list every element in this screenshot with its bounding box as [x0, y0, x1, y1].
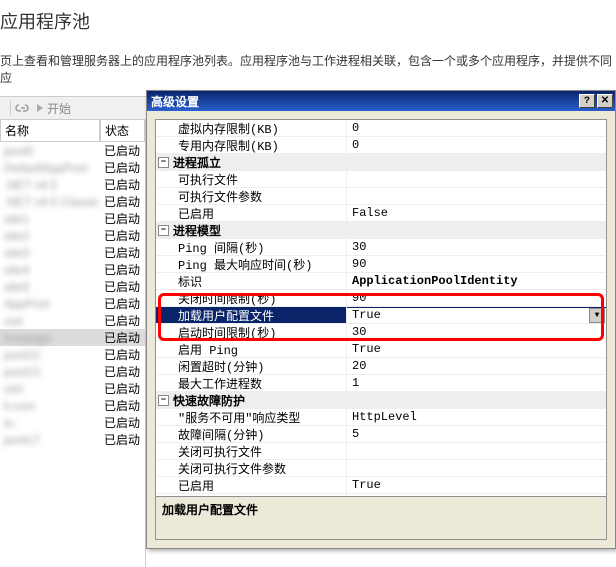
item-status: 已启动: [100, 380, 145, 397]
list-item[interactable]: pool17已启动: [0, 431, 145, 448]
item-name: vue: [0, 314, 100, 328]
item-status: 已启动: [100, 142, 145, 159]
item-status: 已启动: [100, 329, 145, 346]
item-name: AppPool: [0, 297, 100, 311]
item-name: pool17: [0, 433, 100, 447]
prop-idle-timeout[interactable]: 闲置超时(分钟)20: [156, 358, 606, 375]
item-status: 已启动: [100, 244, 145, 261]
prop-unavailable-response[interactable]: "服务不可用"响应类型HttpLevel: [156, 409, 606, 426]
prop-private-memory-limit[interactable]: 专用内存限制(KB)0: [156, 137, 606, 154]
item-status: 已启动: [100, 312, 145, 329]
item-status: 已启动: [100, 176, 145, 193]
item-name: pool12: [0, 348, 100, 362]
prop-load-user-profile[interactable]: 加载用户配置文件True▼: [156, 307, 606, 324]
item-name: site3: [0, 246, 100, 260]
item-status: 已启动: [100, 295, 145, 312]
prop-shutdown-executable[interactable]: 关闭可执行文件: [156, 443, 606, 460]
prop-rapid-fail-enabled[interactable]: 已启用True: [156, 477, 606, 494]
category-process-model[interactable]: −进程模型: [156, 222, 606, 239]
item-status: 已启动: [100, 431, 145, 448]
close-button[interactable]: ✕: [597, 94, 613, 108]
list-item[interactable]: site5已启动: [0, 278, 145, 295]
item-status: 已启动: [100, 261, 145, 278]
item-status: 已启动: [100, 193, 145, 210]
item-name: pool0: [0, 144, 100, 158]
item-status: 已启动: [100, 397, 145, 414]
list-item[interactable]: site2已启动: [0, 227, 145, 244]
advanced-settings-dialog: 高级设置 ? ✕ 虚拟内存限制(KB)0 专用内存限制(KB)0 −进程孤立 可…: [146, 90, 616, 549]
play-icon: [35, 103, 45, 113]
separator: [10, 100, 11, 116]
list-item[interactable]: osh已启动: [0, 380, 145, 397]
prop-shutdown-executable-params[interactable]: 关闭可执行文件参数: [156, 460, 606, 477]
collapse-icon[interactable]: −: [158, 225, 169, 236]
item-status: 已启动: [100, 414, 145, 431]
list-item[interactable]: site4已启动: [0, 261, 145, 278]
prop-virtual-memory-limit[interactable]: 虚拟内存限制(KB)0: [156, 120, 606, 137]
item-status: 已启动: [100, 278, 145, 295]
list-item[interactable]: site3已启动: [0, 244, 145, 261]
list-item[interactable]: site1已启动: [0, 210, 145, 227]
app-pool-list: 名称 状态 pool0已启动DefaultAppPool已启动.NET v4.5…: [0, 120, 146, 567]
list-item[interactable]: li.com已启动: [0, 397, 145, 414]
help-button[interactable]: ?: [579, 94, 595, 108]
prop-max-worker-processes[interactable]: 最大工作进程数1: [156, 375, 606, 392]
item-name: DefaultAppPool: [0, 161, 100, 175]
collapse-icon[interactable]: −: [158, 157, 169, 168]
prop-ping-interval[interactable]: Ping 间隔(秒)30: [156, 239, 606, 256]
list-item[interactable]: vue已启动: [0, 312, 145, 329]
list-item[interactable]: pool0已启动: [0, 142, 145, 159]
prop-ping-enabled[interactable]: 启用 PingTrue: [156, 341, 606, 358]
description-title: 加载用户配置文件: [162, 501, 600, 518]
list-item[interactable]: .NET v4.5 Classic已启动: [0, 193, 145, 210]
list-item[interactable]: AppPool已启动: [0, 295, 145, 312]
column-header-status[interactable]: 状态: [100, 120, 145, 142]
item-status: 已启动: [100, 159, 145, 176]
item-name: li.com: [0, 399, 100, 413]
prop-ping-max-response[interactable]: Ping 最大响应时间(秒)90: [156, 256, 606, 273]
list-item[interactable]: in.已启动: [0, 414, 145, 431]
item-name: in.: [0, 416, 100, 430]
list-item[interactable]: DefaultAppPool已启动: [0, 159, 145, 176]
item-name: site5: [0, 280, 100, 294]
prop-failure-interval[interactable]: 故障间隔(分钟)5: [156, 426, 606, 443]
item-status: 已启动: [100, 346, 145, 363]
description-panel: 加载用户配置文件: [155, 496, 607, 540]
item-name: pool13: [0, 365, 100, 379]
category-orphaning[interactable]: −进程孤立: [156, 154, 606, 171]
dialog-title: 高级设置: [151, 93, 577, 110]
list-item[interactable]: pool13已启动: [0, 363, 145, 380]
category-rapid-fail[interactable]: −快速故障防护: [156, 392, 606, 409]
start-button[interactable]: 开始: [35, 100, 71, 117]
property-grid[interactable]: 虚拟内存限制(KB)0 专用内存限制(KB)0 −进程孤立 可执行文件 可执行文…: [155, 119, 607, 517]
list-item[interactable]: pool12已启动: [0, 346, 145, 363]
page-title: 应用程序池: [0, 0, 616, 34]
item-name: site2: [0, 229, 100, 243]
prop-startup-time-limit[interactable]: 启动时间限制(秒)30: [156, 324, 606, 341]
chain-icon: [15, 101, 31, 115]
prop-executable[interactable]: 可执行文件: [156, 171, 606, 188]
item-name: .NET v4.5 Classic: [0, 195, 100, 209]
item-name: .NET v4.5: [0, 178, 100, 192]
dropdown-icon[interactable]: ▼: [589, 308, 605, 323]
item-name: osh: [0, 382, 100, 396]
prop-shutdown-time-limit[interactable]: 关闭时间限制(秒)90: [156, 290, 606, 307]
list-item[interactable]: .NET v4.5已启动: [0, 176, 145, 193]
item-name: site1: [0, 212, 100, 226]
item-status: 已启动: [100, 210, 145, 227]
prop-identity[interactable]: 标识ApplicationPoolIdentity: [156, 273, 606, 290]
list-item[interactable]: truepage已启动: [0, 329, 145, 346]
prop-enabled[interactable]: 已启用False: [156, 205, 606, 222]
prop-executable-params[interactable]: 可执行文件参数: [156, 188, 606, 205]
item-status: 已启动: [100, 227, 145, 244]
column-header-name[interactable]: 名称: [0, 120, 100, 142]
item-name: truepage: [0, 331, 100, 345]
item-name: site4: [0, 263, 100, 277]
item-status: 已启动: [100, 363, 145, 380]
dialog-titlebar[interactable]: 高级设置 ? ✕: [147, 91, 615, 111]
collapse-icon[interactable]: −: [158, 395, 169, 406]
column-divider[interactable]: [346, 120, 347, 511]
start-label: 开始: [47, 100, 71, 117]
page-description: 页上查看和管理服务器上的应用程序池列表。应用程序池与工作进程相关联，包含一个或多…: [0, 34, 616, 96]
